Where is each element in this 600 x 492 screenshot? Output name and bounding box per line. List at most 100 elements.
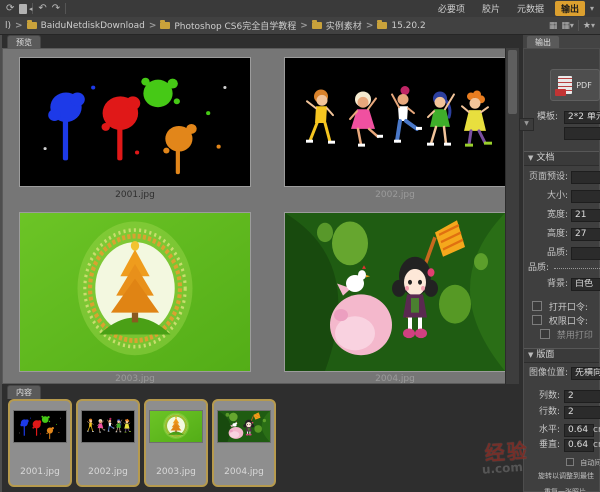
breadcrumb: l) > BaiduNetdiskDownload > Photoshop CS…	[0, 17, 600, 35]
horizontal-field[interactable]: 0.64	[564, 424, 594, 437]
folder-icon	[27, 22, 37, 29]
preview-image-2002[interactable]	[284, 57, 506, 187]
content-panel: 内容 2001.jpg 2002.jpg 2003.jpg 2004.jpg	[2, 385, 519, 492]
section-document[interactable]: ▼文档	[524, 151, 599, 166]
image-placement-dropdown[interactable]: 先横向	[571, 367, 600, 380]
open-password-label: 打开口令:	[549, 303, 588, 313]
width-label: 宽度:	[524, 209, 568, 222]
thumbnail	[217, 410, 271, 443]
section-layout[interactable]: ▼版面	[524, 348, 599, 363]
toolbar-separator	[32, 3, 33, 14]
section-collapse-icon: ▼	[528, 351, 533, 359]
breadcrumb-item[interactable]: Photoshop CS6完全自学教程	[174, 19, 296, 32]
content-item-2001[interactable]: 2001.jpg	[8, 399, 72, 487]
preview-scrollbar[interactable]	[505, 48, 519, 384]
page-preset-dropdown[interactable]	[571, 171, 600, 184]
height-field[interactable]: 27	[571, 228, 600, 241]
workspace-output[interactable]: 输出	[555, 1, 585, 16]
content-filename: 2004.jpg	[224, 467, 264, 477]
folder-icon	[377, 22, 387, 29]
pdf-output-button[interactable]: PDF	[550, 69, 600, 101]
size-dropdown[interactable]	[571, 190, 600, 203]
scrollbar-down-arrow[interactable]: ▼	[519, 118, 534, 131]
thumbnail-grid-icon[interactable]: ▦	[549, 21, 558, 31]
breadcrumb-separator: >	[149, 21, 157, 31]
pdf-contact-sheet-icon	[558, 76, 572, 94]
horizontal-label: 水平:	[524, 424, 560, 437]
auto-spacing-checkbox[interactable]	[566, 458, 574, 466]
content-item-2002[interactable]: 2002.jpg	[76, 399, 140, 487]
content-thumbnails: 2001.jpg 2002.jpg 2003.jpg 2004.jpg	[8, 399, 276, 487]
preview-filename: 2002.jpg	[284, 190, 506, 200]
workspace-essentials[interactable]: 必要项	[432, 1, 471, 16]
permission-password-label: 权限口令:	[549, 317, 588, 327]
rows-field[interactable]: 2	[564, 406, 600, 419]
undo-icon[interactable]: ↶	[38, 1, 46, 17]
breadcrumb-prefix: l)	[5, 21, 11, 31]
content-item-2004[interactable]: 2004.jpg	[212, 399, 276, 487]
content-filename: 2001.jpg	[20, 467, 60, 477]
size-label: 大小:	[524, 190, 568, 203]
breadcrumb-item[interactable]: 15.20.2	[391, 21, 425, 31]
page-preset-label: 页面预设:	[524, 171, 568, 184]
return-to-document-icon[interactable]	[19, 4, 27, 14]
permission-password-checkbox[interactable]	[532, 315, 542, 325]
vertical-label: 垂直:	[524, 439, 560, 452]
bridge-window: ⟳ ↶ ↷ 必要项 胶片 元数据 输出 ▾ l) > BaiduNetdiskD…	[0, 0, 600, 492]
breadcrumb-item[interactable]: BaiduNetdiskDownload	[41, 21, 145, 31]
template-dropdown[interactable]: 2*2 单元格	[564, 111, 600, 124]
template-secondary-field[interactable]	[564, 127, 600, 140]
breadcrumb-right-tools: ▦ ▦▾ ★▾	[549, 20, 595, 31]
preview-filename: 2003.jpg	[19, 374, 251, 384]
thumbnail	[149, 410, 203, 443]
folder-icon	[160, 22, 170, 29]
toolbar-separator	[65, 3, 66, 14]
auto-spacing-label: 自动间距	[580, 459, 600, 467]
quality-dropdown[interactable]	[571, 247, 600, 260]
tab-output[interactable]: 输出	[526, 35, 560, 49]
redo-icon[interactable]: ↷	[52, 1, 60, 17]
background-dropdown[interactable]: 白色	[571, 278, 600, 291]
preview-panel: 预览 2001.jpg 2002.jpg 2003.jpg 2004.jpg	[2, 35, 519, 384]
open-password-checkbox[interactable]	[532, 301, 542, 311]
tab-content[interactable]: 内容	[7, 385, 41, 399]
breadcrumb-separator: >	[366, 21, 374, 31]
columns-field[interactable]: 2	[564, 390, 600, 403]
height-label: 高度:	[524, 228, 568, 241]
breadcrumb-separator: >	[300, 21, 308, 31]
workspace-metadata[interactable]: 元数据	[511, 1, 550, 16]
preview-image-2003[interactable]	[19, 212, 251, 372]
view-options-icon[interactable]: ▦▾	[561, 21, 574, 31]
workspace-filmstrip[interactable]: 胶片	[476, 1, 506, 16]
preview-image-2001[interactable]	[19, 57, 251, 187]
girl-and-pig-artwork	[285, 213, 505, 371]
columns-label: 列数:	[524, 390, 560, 403]
christmas-tree-artwork	[20, 213, 250, 371]
disable-print-label: 禁用打印	[557, 331, 593, 341]
dancers-artwork	[285, 58, 505, 186]
breadcrumb-item[interactable]: 实例素材	[326, 19, 362, 32]
workspace-chevron-down-icon[interactable]: ▾	[590, 4, 594, 13]
disable-print-checkbox[interactable]	[540, 329, 550, 339]
content-filename: 2002.jpg	[88, 467, 128, 477]
quality-label: 品质:	[524, 247, 568, 260]
content-item-2003[interactable]: 2003.jpg	[144, 399, 208, 487]
top-toolbar: ⟳ ↶ ↷ 必要项 胶片 元数据 输出 ▾	[0, 0, 600, 18]
star-rating-icon[interactable]: ★▾	[583, 21, 595, 31]
vertical-field[interactable]: 0.64	[564, 439, 594, 452]
content-filename: 2003.jpg	[156, 467, 196, 477]
folder-icon	[312, 22, 322, 29]
rows-label: 行数:	[524, 406, 560, 419]
quality-slider[interactable]	[554, 268, 600, 269]
boomerang-refresh-icon[interactable]: ⟳	[6, 1, 14, 17]
quality-slider-label: 品质:	[528, 262, 554, 275]
horizontal-unit: cm	[593, 424, 600, 437]
breadcrumb-separator: >	[15, 21, 23, 31]
preview-image-2004[interactable]	[284, 212, 506, 372]
tab-preview[interactable]: 预览	[7, 35, 41, 49]
vertical-unit: cm	[593, 439, 600, 452]
splatter-artwork	[20, 58, 250, 186]
scrollbar-thumb[interactable]	[508, 50, 517, 114]
width-field[interactable]: 21	[571, 209, 600, 222]
background-label: 背景:	[524, 278, 568, 291]
